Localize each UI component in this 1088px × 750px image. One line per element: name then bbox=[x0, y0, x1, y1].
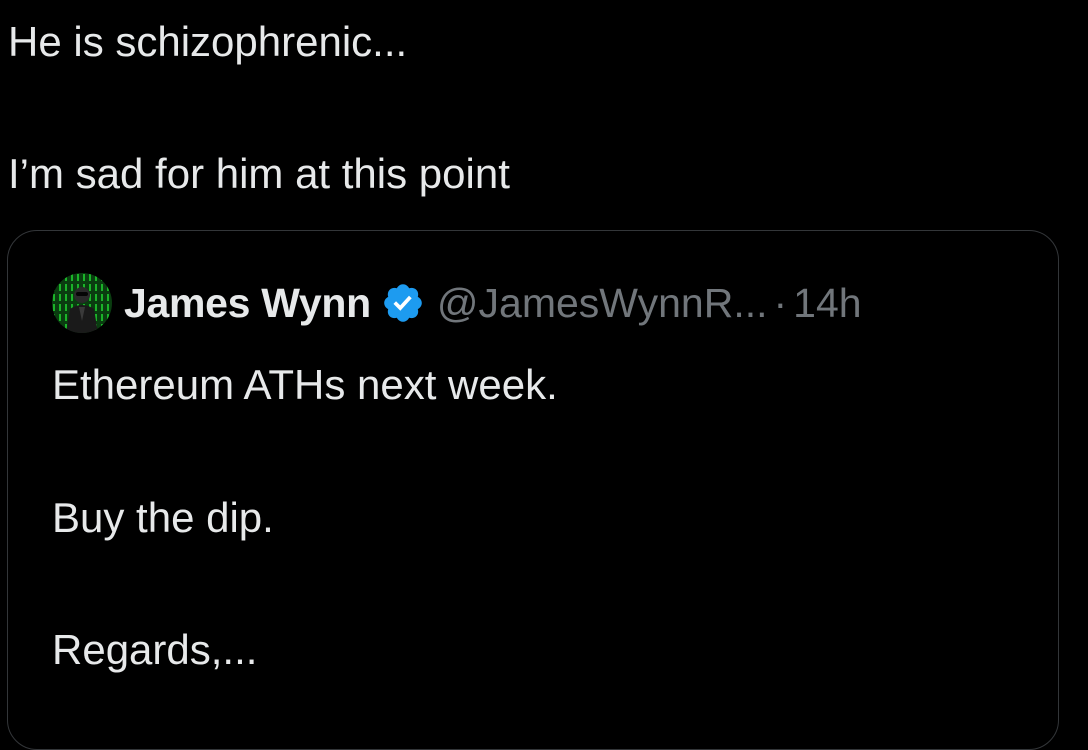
quoted-tweet-card[interactable]: James Wynn @JamesWynnR... · 14h Ethereum… bbox=[7, 230, 1059, 750]
quoted-tweet-text-line: Regards,... bbox=[52, 626, 258, 673]
quoted-tweet-text-line: Buy the dip. bbox=[52, 494, 274, 541]
tweet-text-line: He is schizophrenic... bbox=[8, 18, 408, 65]
tweet-text-line: I’m sad for him at this point bbox=[8, 150, 510, 197]
author-name[interactable]: James Wynn bbox=[124, 280, 371, 327]
quoted-tweet-text-line: Ethereum ATHs next week. bbox=[52, 361, 558, 408]
verified-badge-icon bbox=[381, 281, 425, 325]
separator-dot: · bbox=[773, 279, 788, 326]
timestamp[interactable]: 14h bbox=[793, 280, 861, 327]
avatar[interactable] bbox=[52, 273, 112, 333]
quoted-tweet-header: James Wynn @JamesWynnR... · 14h bbox=[52, 273, 862, 333]
author-handle[interactable]: @JamesWynnR... bbox=[437, 280, 768, 327]
